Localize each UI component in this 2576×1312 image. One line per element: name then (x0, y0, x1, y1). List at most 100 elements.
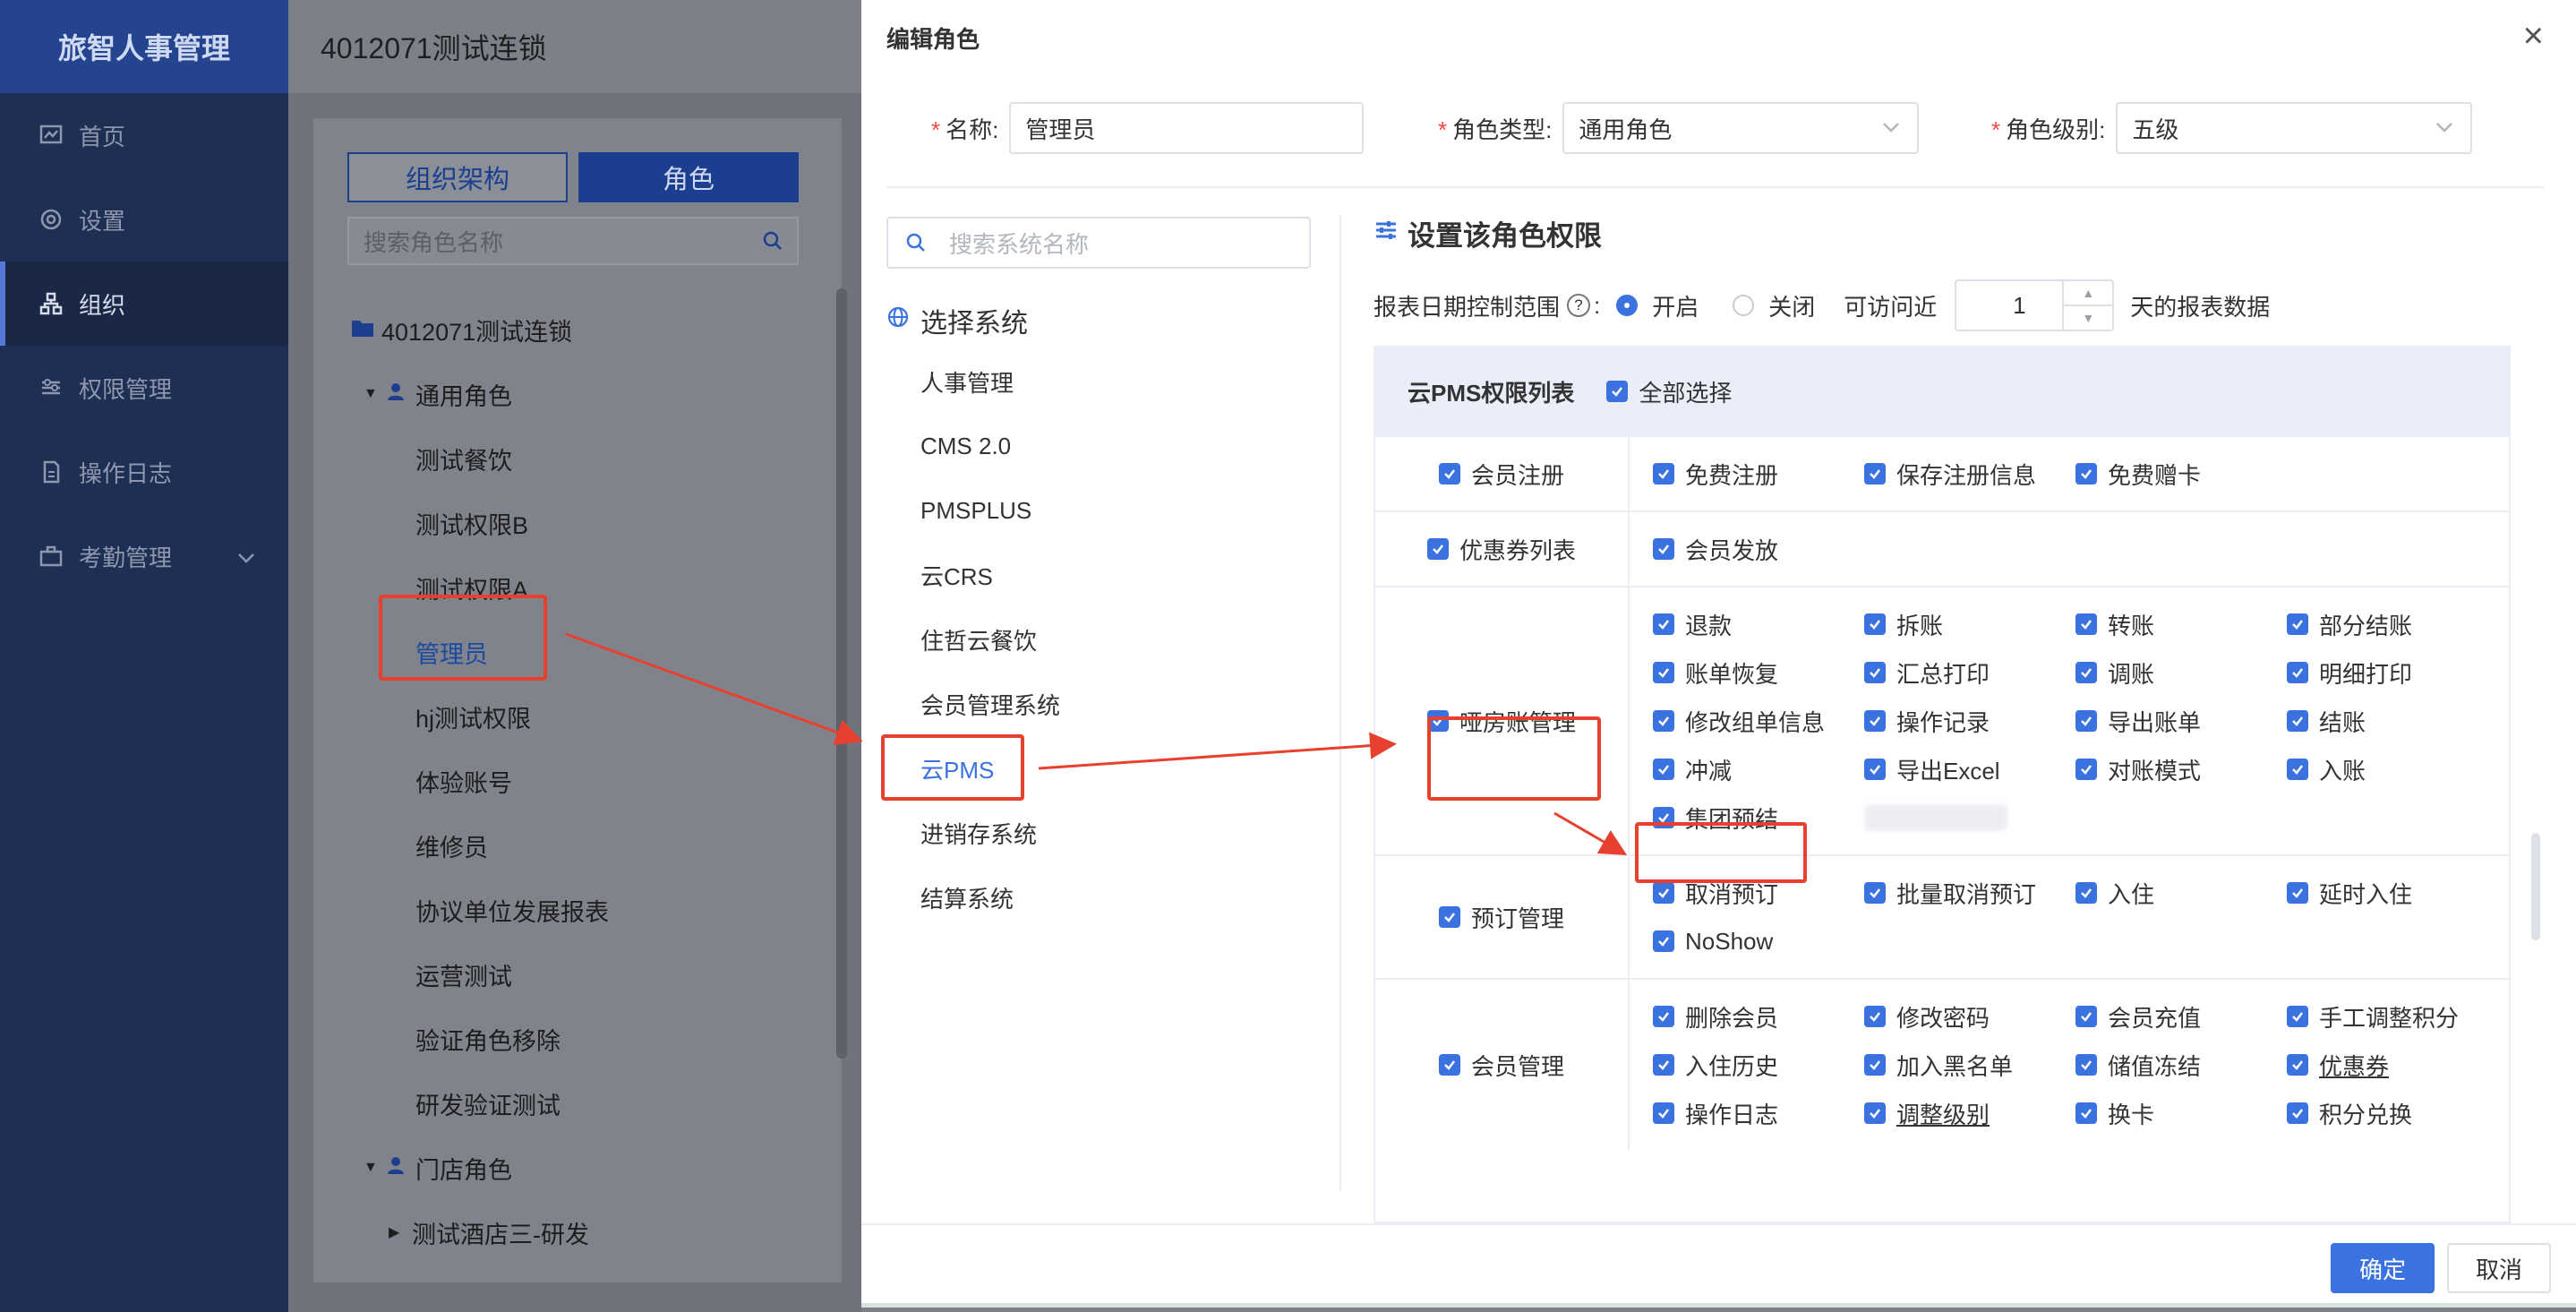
permission-checkbox[interactable]: 导出账单 (2075, 697, 2287, 745)
permission-checkbox[interactable]: 导出Excel (1864, 745, 2075, 793)
tree-role-item[interactable]: 维修员 (351, 813, 817, 878)
tree-group-store[interactable]: ▼ 门店角色 (351, 1136, 817, 1200)
system-item[interactable]: 住哲云餐饮 (920, 607, 1279, 672)
select-all-checkbox[interactable]: 全部选择 (1606, 375, 1732, 408)
document-icon (36, 457, 66, 487)
role-type-select[interactable]: 通用角色 (1562, 102, 1920, 154)
permission-checkbox[interactable]: 修改密码 (1864, 992, 2075, 1041)
permission-row: 会员管理 删除会员 修改密码 会员充值 手工调整积分入住历史 加入黑名单 储值冻结 优惠券操作… (1375, 978, 2509, 1150)
permission-category-checkbox[interactable]: 会员管理 (1375, 980, 1630, 1150)
permission-checkbox[interactable]: 换卡 (2075, 1089, 2287, 1137)
help-icon[interactable]: ? (1567, 294, 1591, 317)
gear-icon (36, 204, 66, 235)
permission-checkbox[interactable]: 冲减 (1653, 745, 1864, 793)
permission-checkbox[interactable]: 保存注册信息 (1864, 450, 2075, 498)
permission-checkbox[interactable]: 删除会员 (1653, 992, 1864, 1041)
permission-checkbox[interactable]: 入住历史 (1653, 1041, 1864, 1089)
permission-checkbox[interactable]: 修改组单信息 (1653, 697, 1864, 745)
system-item[interactable]: 人事管理 (920, 349, 1279, 414)
permission-checkbox[interactable]: 会员发放 (1653, 525, 1864, 573)
radio-disable[interactable] (1733, 295, 1755, 316)
system-item[interactable]: 会员管理系统 (920, 672, 1279, 736)
tree-role-item[interactable]: 运营测试 (351, 942, 817, 1007)
permission-category-checkbox[interactable]: 哑房账管理 (1375, 587, 1630, 854)
close-icon[interactable]: × (2523, 18, 2544, 54)
tree-role-item[interactable]: 研发验证测试 (351, 1071, 817, 1136)
system-item[interactable]: 结算系统 (920, 865, 1279, 930)
permission-checkbox[interactable]: 入账 (2287, 745, 2498, 793)
system-item[interactable]: 云CRS (920, 543, 1279, 607)
scrollbar[interactable] (836, 288, 847, 1059)
permission-checkbox[interactable]: 储值冻结 (2075, 1041, 2287, 1089)
search-icon[interactable] (761, 229, 784, 259)
system-item[interactable]: 进销存系统 (920, 801, 1279, 865)
tree-role-item[interactable]: 验证角色移除 (351, 1007, 817, 1071)
permission-checkbox[interactable]: 明细打印 (2287, 648, 2498, 697)
checkbox-checked-icon (1653, 759, 1674, 780)
radio-enable[interactable] (1616, 295, 1639, 316)
permission-checkbox[interactable]: 结账 (2287, 697, 2498, 745)
permission-checkbox[interactable]: 免费赠卡 (2075, 450, 2287, 498)
increment-icon[interactable]: ▲ (2064, 281, 2113, 306)
permission-checkbox[interactable]: 账单恢复 (1653, 648, 1864, 697)
role-level-select[interactable]: 五级 (2116, 102, 2473, 154)
permission-checkbox[interactable]: 手工调整积分 (2287, 992, 2498, 1041)
permission-checkbox[interactable]: 免费注册 (1653, 450, 1864, 498)
permission-category-checkbox[interactable]: 优惠券列表 (1375, 512, 1630, 586)
permission-checkbox[interactable]: 批量取消预订 (1864, 869, 2075, 917)
permission-checkbox[interactable]: 集团预结 (1653, 793, 1864, 842)
permission-checkbox[interactable]: 调整级别 (1864, 1089, 2075, 1137)
permission-checkbox[interactable]: 操作日志 (1653, 1089, 1864, 1137)
permission-checkbox[interactable]: 对账模式 (2075, 745, 2287, 793)
permission-checkbox[interactable]: 汇总打印 (1864, 648, 2075, 697)
system-item-active[interactable]: 云PMS (920, 736, 1279, 801)
system-item[interactable]: CMS 2.0 (920, 414, 1279, 478)
days-stepper[interactable]: 1 ▲ ▼ (1955, 279, 2115, 331)
sidebar-item-attendance[interactable]: 考勤管理 (0, 514, 288, 598)
tree-root[interactable]: 4012071测试连锁 (351, 297, 817, 362)
permission-category-checkbox[interactable]: 预订管理 (1375, 856, 1630, 978)
sidebar-item-org[interactable]: 组织 (0, 262, 288, 346)
sidebar-item-permissions[interactable]: 权限管理 (0, 346, 288, 430)
sidebar-item-settings[interactable]: 设置 (0, 177, 288, 262)
permission-checkbox[interactable]: 加入黑名单 (1864, 1041, 2075, 1089)
permission-checkbox[interactable]: 入住 (2075, 869, 2287, 917)
system-item[interactable]: PMSPLUS (920, 478, 1279, 543)
tree-store-item[interactable]: ▶ 测试酒店三-研发 (351, 1200, 817, 1265)
permission-checkbox[interactable]: 积分兑换 (2287, 1089, 2498, 1137)
permission-checkbox[interactable]: 拆账 (1864, 600, 2075, 648)
tree-role-item[interactable]: 体验账号 (351, 749, 817, 813)
scrollbar[interactable] (2531, 833, 2540, 940)
decrement-icon[interactable]: ▼ (2064, 306, 2112, 330)
permission-checkbox[interactable]: 部分结账 (2287, 600, 2498, 648)
sidebar-item-home[interactable]: 首页 (0, 93, 288, 177)
cancel-button[interactable]: 取消 (2447, 1243, 2551, 1293)
tree-role-item[interactable]: 协议单位发展报表 (351, 878, 817, 942)
role-search-input[interactable]: 搜索角色名称 (347, 217, 799, 265)
checkbox-checked-icon (2287, 1006, 2308, 1027)
permission-row: 预订管理 取消预订 批量取消预订 入住 延时入住 NoShow (1375, 854, 2509, 978)
permission-checkbox[interactable]: NoShow (1653, 917, 1864, 965)
permission-checkbox[interactable]: 转账 (2075, 600, 2287, 648)
checkbox-checked-icon (1426, 710, 1449, 732)
tree-role-item-selected[interactable]: 管理员 (351, 620, 817, 684)
permission-checkbox[interactable]: 延时入住 (2287, 869, 2498, 917)
tree-role-item[interactable]: 测试权限B (351, 491, 817, 555)
tree-group-general[interactable]: ▼ 通用角色 (351, 362, 817, 426)
permission-checkbox[interactable]: 取消预订 (1653, 869, 1864, 917)
permission-checkbox[interactable]: 会员充值 (2075, 992, 2287, 1041)
tab-org-structure[interactable]: 组织架构 (347, 152, 568, 202)
tab-roles[interactable]: 角色 (578, 152, 799, 202)
sidebar-item-logs[interactable]: 操作日志 (0, 430, 288, 514)
permission-checkbox[interactable]: 优惠券 (2287, 1041, 2498, 1089)
tree-role-item[interactable]: hj测试权限 (351, 684, 817, 749)
tree-role-item[interactable]: 测试权限A (351, 555, 817, 620)
tree-role-item[interactable]: 测试餐饮 (351, 426, 817, 491)
name-input[interactable]: 管理员 (1009, 102, 1365, 154)
permission-checkbox[interactable]: 退款 (1653, 600, 1864, 648)
confirm-button[interactable]: 确定 (2331, 1243, 2435, 1293)
permission-checkbox[interactable]: 操作记录 (1864, 697, 2075, 745)
permission-checkbox[interactable]: 调账 (2075, 648, 2287, 697)
system-search-input[interactable]: 搜索系统名称 (886, 217, 1311, 269)
permission-category-checkbox[interactable]: 会员注册 (1375, 437, 1630, 510)
